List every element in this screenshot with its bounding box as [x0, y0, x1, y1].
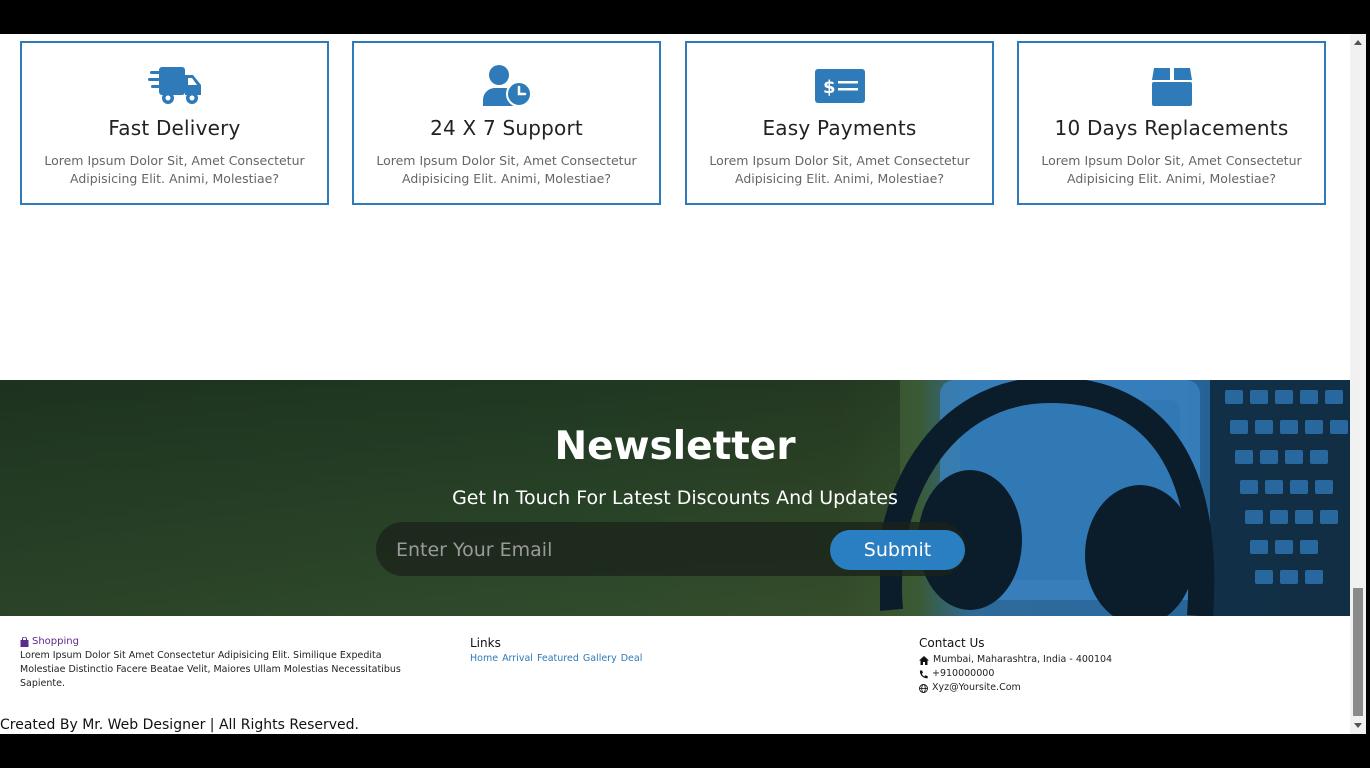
money-card-icon: $ [812, 63, 868, 109]
address-text: Mumbai, Maharashtra, India - 400104 [933, 654, 1113, 665]
contact-heading: Contact Us [919, 636, 985, 650]
feature-card-support: 24 X 7 Support Lorem Ipsum Dolor Sit, Am… [352, 41, 661, 205]
globe-icon [919, 683, 928, 693]
feature-text: Lorem Ipsum Dolor Sit, Amet Consectetur … [376, 153, 637, 186]
footer-brand[interactable]: Shopping [20, 636, 430, 647]
link-arrival[interactable]: Arrival [502, 653, 533, 664]
feature-card-replacements: 10 Days Replacements Lorem Ipsum Dolor S… [1017, 41, 1326, 205]
phone-text: +910000000 [932, 668, 995, 679]
footer-contact: Contact Us Mumbai, Maharashtra, India - … [919, 636, 1112, 695]
newsletter-title: Newsletter [554, 424, 796, 469]
footer: Shopping Lorem Ipsum Dolor Sit Amet Cons… [0, 616, 1350, 734]
newsletter-subtitle: Get In Touch For Latest Discounts And Up… [452, 487, 898, 509]
newsletter-section: Newsletter Get In Touch For Latest Disco… [0, 380, 1350, 616]
newsletter-form: Submit [376, 522, 966, 576]
feature-title: 24 X 7 Support [430, 116, 583, 140]
link-gallery[interactable]: Gallery [583, 653, 617, 664]
feature-title: Easy Payments [762, 116, 917, 140]
vertical-scrollbar[interactable] [1350, 34, 1366, 734]
feature-title: Fast Delivery [108, 116, 241, 140]
feature-card-delivery: Fast Delivery Lorem Ipsum Dolor Sit, Ame… [20, 41, 329, 205]
feature-title: 10 Days Replacements [1054, 116, 1289, 140]
contact-email: Xyz@Yoursite.Com [919, 681, 1112, 695]
email-text: Xyz@Yoursite.Com [932, 682, 1021, 693]
contact-phone: +910000000 [919, 667, 1112, 681]
email-input[interactable] [394, 532, 818, 568]
link-featured[interactable]: Featured [537, 653, 579, 664]
feature-text: Lorem Ipsum Dolor Sit, Amet Consectetur … [709, 153, 970, 186]
links-list: Home Arrival Featured Gallery Deal [470, 653, 642, 664]
footer-credit: Created By Mr. Web Designer | All Rights… [0, 717, 359, 733]
scroll-up-arrow[interactable] [1354, 40, 1362, 45]
feature-text: Lorem Ipsum Dolor Sit, Amet Consectetur … [44, 153, 305, 186]
link-home[interactable]: Home [470, 653, 498, 664]
page-viewport: Fast Delivery Lorem Ipsum Dolor Sit, Ame… [0, 34, 1350, 734]
svg-text:$: $ [823, 77, 836, 98]
box-icon [1144, 63, 1200, 109]
feature-card-payments: $ Easy Payments Lorem Ipsum Dolor Sit, A… [685, 41, 994, 205]
brand-label: Shopping [32, 636, 79, 647]
user-clock-icon [479, 63, 535, 109]
footer-links: Links Home Arrival Featured Gallery Deal [470, 636, 642, 664]
footer-about: Shopping Lorem Ipsum Dolor Sit Amet Cons… [20, 636, 430, 691]
phone-icon [919, 670, 928, 678]
shopping-bag-icon [20, 636, 29, 647]
links-heading: Links [470, 636, 501, 650]
feature-text: Lorem Ipsum Dolor Sit, Amet Consectetur … [1041, 153, 1302, 186]
footer-description: Lorem Ipsum Dolor Sit Amet Consectetur A… [20, 650, 401, 689]
contact-address: Mumbai, Maharashtra, India - 400104 [919, 653, 1112, 667]
scrollbar-thumb[interactable] [1353, 588, 1363, 716]
truck-icon [147, 63, 203, 109]
submit-button[interactable]: Submit [830, 530, 965, 570]
features-section: Fast Delivery Lorem Ipsum Dolor Sit, Ame… [20, 41, 1330, 209]
link-deal[interactable]: Deal [621, 653, 643, 664]
scroll-down-arrow[interactable] [1354, 723, 1362, 728]
home-icon [919, 655, 929, 665]
